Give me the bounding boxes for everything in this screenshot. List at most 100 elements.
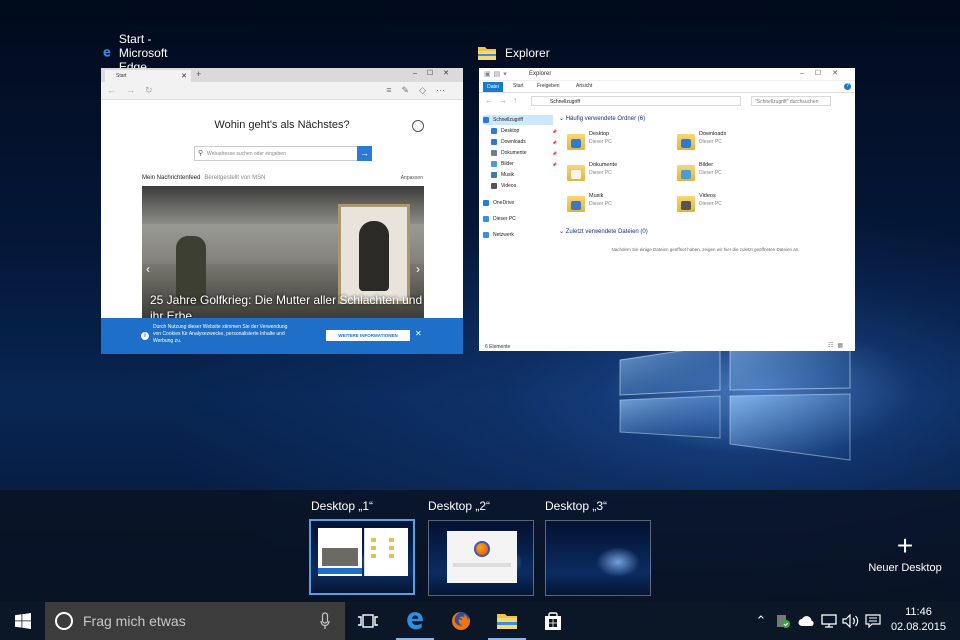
help-icon[interactable]: ? (844, 83, 851, 90)
mini-firefox-window (447, 531, 517, 583)
nav-item[interactable]: Dieser PC (483, 214, 553, 224)
desktop-2-thumbnail[interactable] (428, 520, 534, 596)
search-icon: ⚲ (198, 150, 204, 157)
navigation-arrows-icons[interactable]: ←→↑ (485, 96, 523, 105)
folder-location: Dieser PC (589, 139, 612, 145)
defender-icon[interactable] (772, 602, 794, 640)
folder-location: Dieser PC (589, 201, 612, 207)
nav-item[interactable]: Desktop 📌 (491, 126, 561, 136)
feed-provider: Bereitgestellt von MSN (204, 175, 266, 181)
volume-icon[interactable] (840, 602, 862, 640)
mini-explorer-window (364, 528, 408, 576)
path-field[interactable]: Schnellzugriff (531, 96, 741, 106)
folder-tile[interactable]: Dokumente Dieser PC (567, 162, 667, 188)
quick-access-toolbar-icons[interactable]: ▣▤▾ (484, 70, 510, 78)
address-search-input[interactable]: ⚲ Webadresse suchen oder eingeben (194, 146, 358, 161)
folder-icon (567, 165, 585, 181)
nav-item[interactable]: OneDrive (483, 198, 553, 208)
next-arrow-icon[interactable]: › (416, 262, 420, 276)
folder-icon (567, 134, 585, 150)
folder-tile[interactable]: Desktop Dieser PC (567, 131, 667, 157)
taskbar-explorer-button[interactable] (484, 602, 530, 640)
previous-arrow-icon[interactable]: ‹ (146, 262, 150, 276)
folder-icon (567, 196, 585, 212)
folder-tile[interactable]: Videos Dieser PC (677, 193, 777, 219)
nav-item-icon (491, 172, 497, 178)
chevron-up-icon[interactable]: ⌃ (752, 602, 770, 640)
explorer-thumbnail[interactable]: ▣▤▾ Explorer –☐✕ Datei Start Freigeben A… (479, 68, 855, 351)
nav-item[interactable]: Videos (491, 181, 561, 191)
edge-tab-bar: Start ✕ + –☐✕ (101, 68, 463, 82)
taskbar: Frag mich etwas ⌃ 11:46 02.08.2015 (0, 602, 960, 640)
nav-item[interactable]: Schnellzugriff (483, 115, 553, 125)
action-center-icon[interactable] (862, 602, 884, 640)
ribbon-tab-freigeben[interactable]: Freigeben (537, 83, 560, 89)
edge-tab[interactable]: Start ✕ (105, 70, 191, 82)
folder-name: Dokumente (589, 162, 618, 168)
view-toggle-icons[interactable]: ☷▦ (828, 342, 847, 349)
address-bar: ←→↑ Schnellzugriff "Schnellzugriff" durc… (479, 93, 855, 109)
nav-item-icon (483, 216, 489, 222)
network-icon[interactable] (818, 602, 840, 640)
ribbon-tab-start[interactable]: Start (513, 83, 524, 89)
news-photo[interactable]: ‹ › 25 Jahre Golfkrieg: Die Mutter aller… (142, 186, 424, 318)
nav-item[interactable]: Musik (491, 170, 561, 180)
ribbon-tab-ansicht[interactable]: Ansicht (576, 83, 592, 89)
ribbon-tab-datei[interactable]: Datei (483, 82, 503, 92)
recent-files-header[interactable]: ⌄ Zuletzt verwendete Dateien (0) (559, 228, 648, 235)
desktop-3-thumbnail[interactable] (545, 520, 651, 596)
edge-thumbnail[interactable]: Start ✕ + –☐✕ ←→↻ ≡✎◇⋯ Wohin geht's als … (101, 68, 463, 354)
desktop-label: Desktop „2“ (428, 499, 491, 513)
cortana-icon (55, 612, 73, 630)
nav-item[interactable]: Netzwerk (483, 230, 553, 240)
more-info-button[interactable]: WEITERE INFORMATIONEN (326, 330, 410, 341)
microphone-icon[interactable] (320, 612, 330, 630)
task-view-button[interactable] (345, 602, 391, 640)
nav-item[interactable]: Dokumente 📌 (491, 148, 561, 158)
nav-item[interactable]: Bilder 📌 (491, 159, 561, 169)
nav-item-label: Netzwerk (493, 232, 514, 238)
mini-edge-window (318, 528, 362, 576)
onedrive-icon[interactable] (796, 602, 818, 640)
chevron-down-icon: ⌄ (559, 116, 566, 122)
nav-item-icon (483, 200, 489, 206)
desktop-label: Desktop „3“ (545, 499, 608, 513)
search-go-button[interactable]: → (357, 146, 372, 161)
photo-portrait (359, 221, 389, 291)
adjust-link[interactable]: Anpassen (401, 175, 423, 181)
desktop-label: Desktop „1“ (311, 499, 374, 513)
taskbar-edge-button[interactable] (392, 602, 438, 640)
clock[interactable]: 11:46 02.08.2015 (891, 605, 946, 635)
window-title: Explorer (505, 46, 550, 60)
folder-name: Videos (699, 193, 716, 199)
window-controls[interactable]: –☐✕ (413, 69, 459, 77)
folder-tile[interactable]: Bilder Dieser PC (677, 162, 777, 188)
feed-title: Mein Nachrichtenfeed (142, 175, 201, 181)
nav-item-label: Downloads (501, 139, 526, 145)
close-tab-icon[interactable]: ✕ (181, 72, 187, 80)
back-forward-refresh-icons[interactable]: ←→↻ (107, 85, 163, 96)
taskbar-firefox-button[interactable] (438, 602, 484, 640)
news-headline[interactable]: 25 Jahre Golfkrieg: Die Mutter aller Sch… (150, 292, 424, 318)
start-button[interactable] (0, 602, 45, 640)
search-placeholder: Webadresse suchen oder eingeben (207, 151, 286, 157)
folder-name: Downloads (699, 131, 727, 137)
cortana-search-box[interactable]: Frag mich etwas (45, 602, 345, 640)
user-icon[interactable] (412, 120, 424, 132)
explorer-search-input[interactable]: "Schnellzugriff" durchsuchen (751, 96, 831, 106)
hub-note-share-icons[interactable]: ≡✎◇⋯ (386, 85, 455, 96)
close-icon[interactable]: ✕ (415, 329, 422, 338)
new-tab-icon[interactable]: + (196, 69, 201, 79)
folder-tile[interactable]: Downloads Dieser PC (677, 131, 777, 157)
window-controls[interactable]: –☐✕ (800, 69, 849, 77)
nav-item-label: Dieser PC (493, 216, 516, 222)
taskbar-store-button[interactable] (530, 602, 576, 640)
nav-item-label: Musik (501, 172, 515, 178)
nav-item[interactable]: Downloads 📌 (491, 137, 561, 147)
folder-tile[interactable]: Musik Dieser PC (567, 193, 667, 219)
desktop-1-thumbnail[interactable] (309, 519, 415, 595)
nav-item-icon (491, 183, 497, 189)
nav-item-label: Schnellzugriff (493, 117, 523, 123)
frequent-folders-header[interactable]: ⌄ Häufig verwendete Ordner (6) (559, 115, 645, 122)
new-desktop-button[interactable]: + Neuer Desktop (855, 532, 955, 575)
